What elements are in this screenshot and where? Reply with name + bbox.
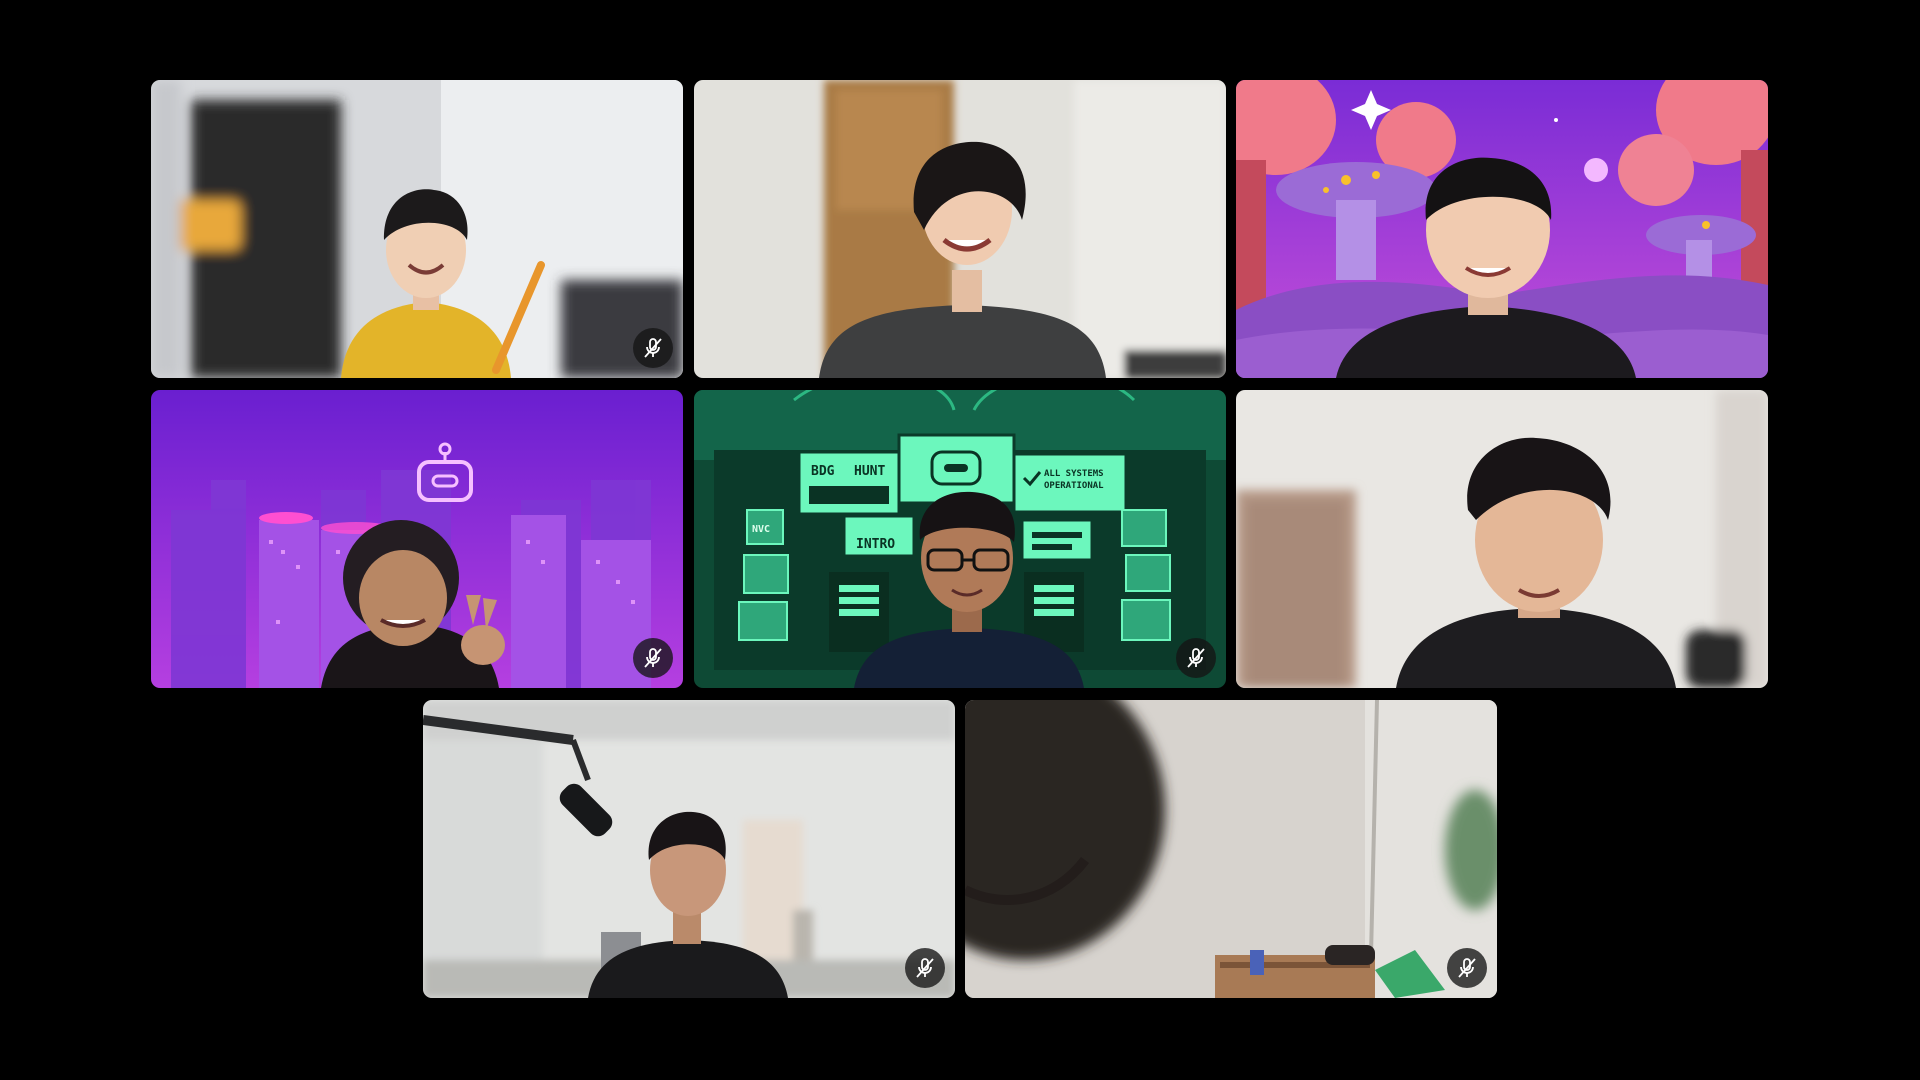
participant-video-3 [1236,80,1768,378]
nvc-text: NVC [752,524,770,535]
mute-indicator [1447,948,1487,988]
participant-video-5: BDG HUNT ALL SYSTEMS OPERATIONAL INTRO N… [694,390,1226,688]
participant-video-7 [423,700,955,998]
participant-video-6 [1236,390,1768,688]
participant-tile-6[interactable] [1236,390,1768,688]
participant-video-4 [151,390,683,688]
mute-indicator [633,328,673,368]
microphone-off-icon [1458,958,1476,978]
participant-tile-5[interactable]: BDG HUNT ALL SYSTEMS OPERATIONAL INTRO N… [694,390,1226,688]
participant-tile-8[interactable] [965,700,1497,998]
mute-indicator [633,638,673,678]
microphone-off-icon [644,648,662,668]
hunt-right-text: HUNT [854,464,885,479]
microphone-off-icon [916,958,934,978]
participant-tile-7[interactable] [423,700,955,998]
intro-text: INTRO [856,537,895,552]
microphone-off-icon [644,338,662,358]
video-call-gallery: BDG HUNT ALL SYSTEMS OPERATIONAL INTRO N… [0,0,1920,1080]
participant-tile-1[interactable] [151,80,683,378]
participant-tile-2[interactable] [694,80,1226,378]
participant-video-8 [965,700,1497,998]
participant-tile-4[interactable] [151,390,683,688]
status-line-1: ALL SYSTEMS [1044,469,1104,479]
microphone-off-icon [1187,648,1205,668]
status-line-2: OPERATIONAL [1044,481,1104,491]
mute-indicator [1176,638,1216,678]
participant-video-2 [694,80,1226,378]
hunt-left-text: BDG [811,464,835,479]
mute-indicator [905,948,945,988]
participant-video-1 [151,80,683,378]
participant-tile-3[interactable] [1236,80,1768,378]
